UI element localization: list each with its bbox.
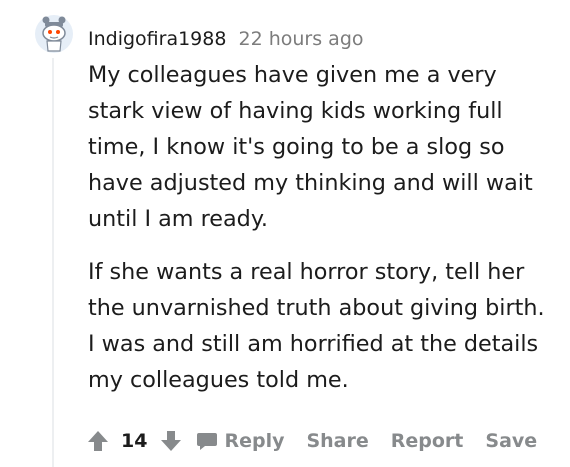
share-button[interactable]: Share <box>306 430 368 452</box>
comment: Indigofira1988 22 hours ago My colleague… <box>0 0 570 467</box>
comment-paragraph: If she wants a real horror story, tell h… <box>88 259 545 393</box>
upvote-icon[interactable] <box>86 429 110 453</box>
thread-line[interactable] <box>52 58 54 467</box>
snoo-avatar-icon <box>35 15 73 53</box>
reply-label: Reply <box>224 430 285 452</box>
comment-body: My colleagues have given me a very stark… <box>88 57 558 415</box>
save-button[interactable]: Save <box>485 430 537 452</box>
comment-meta: Indigofira1988 22 hours ago <box>88 26 364 52</box>
user-avatar[interactable] <box>34 14 74 54</box>
report-button[interactable]: Report <box>391 430 464 452</box>
comment-author[interactable]: Indigofira1988 <box>88 28 226 50</box>
downvote-icon[interactable] <box>159 429 183 453</box>
comment-actions: 14 Reply Share Report Save <box>86 424 537 458</box>
chat-bubble-icon <box>196 430 218 452</box>
comment-paragraph: My colleagues have given me a very stark… <box>88 62 533 232</box>
reply-button[interactable]: Reply <box>196 430 284 452</box>
vote-score: 14 <box>121 430 148 452</box>
comment-timestamp[interactable]: 22 hours ago <box>239 28 364 50</box>
